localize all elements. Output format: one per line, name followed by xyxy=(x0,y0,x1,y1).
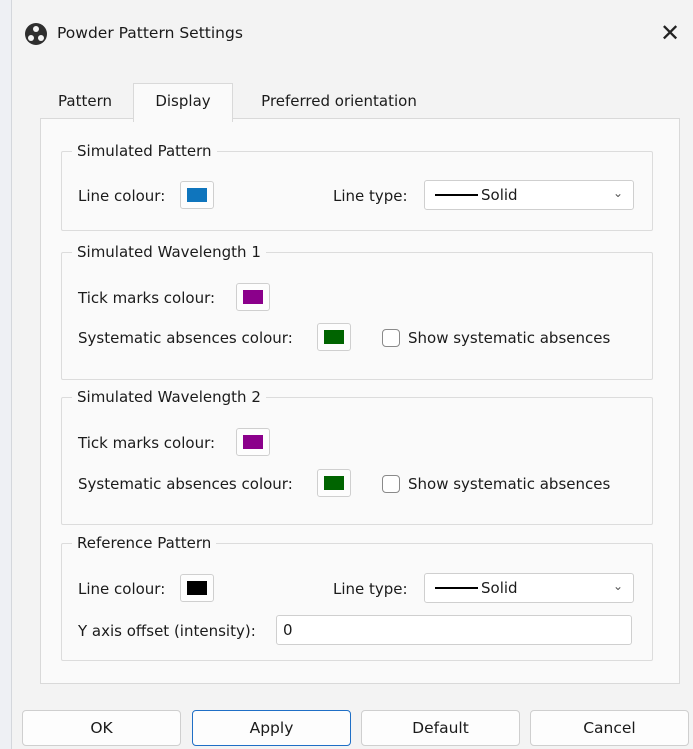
tab-pattern[interactable]: Pattern xyxy=(47,87,123,119)
ok-button[interactable]: OK xyxy=(22,710,181,746)
color-swatch xyxy=(187,188,207,202)
line-type-label: Line type: xyxy=(333,187,408,205)
reference-pattern-group: Reference Pattern Line colour: Line type… xyxy=(61,533,653,661)
show-systematic-absences-label[interactable]: Show systematic absences xyxy=(408,328,610,348)
systematic-absences-colour-button[interactable] xyxy=(317,323,351,351)
group-title: Simulated Wavelength 2 xyxy=(72,387,266,407)
show-systematic-absences-checkbox[interactable] xyxy=(382,475,400,493)
tick-marks-colour-button[interactable] xyxy=(236,283,270,311)
y-axis-offset-input[interactable]: 0 xyxy=(276,615,632,645)
group-title: Reference Pattern xyxy=(72,533,217,553)
systematic-absences-colour-label: Systematic absences colour: xyxy=(78,329,293,347)
color-swatch xyxy=(324,330,344,344)
display-tab-panel: Simulated Pattern Line colour: Line type… xyxy=(40,118,680,684)
line-type-select[interactable]: Solid ⌄ xyxy=(424,180,634,210)
tab-display[interactable]: Display xyxy=(133,83,233,122)
app-logo-icon xyxy=(25,23,47,45)
line-colour-label: Line colour: xyxy=(78,187,166,205)
solid-line-icon xyxy=(435,194,478,196)
title-bar: Powder Pattern Settings ✕ xyxy=(12,0,693,68)
line-type-value: Solid xyxy=(481,579,518,597)
cancel-button[interactable]: Cancel xyxy=(530,710,689,746)
powder-pattern-settings-dialog: Powder Pattern Settings ✕ Pattern Displa… xyxy=(12,0,693,749)
line-type-select[interactable]: Solid ⌄ xyxy=(424,573,634,603)
simulated-wavelength-1-group: Simulated Wavelength 1 Tick marks colour… xyxy=(61,242,653,380)
line-type-value: Solid xyxy=(481,186,518,204)
color-swatch xyxy=(243,435,263,449)
apply-button[interactable]: Apply xyxy=(192,710,351,746)
close-icon[interactable]: ✕ xyxy=(647,10,693,56)
show-systematic-absences-label[interactable]: Show systematic absences xyxy=(408,474,610,494)
chevron-down-icon: ⌄ xyxy=(612,186,623,200)
background-window-edge xyxy=(0,0,12,749)
tick-marks-colour-label: Tick marks colour: xyxy=(78,434,216,452)
tick-marks-colour-button[interactable] xyxy=(236,428,270,456)
line-colour-button[interactable] xyxy=(180,574,214,602)
tick-marks-colour-label: Tick marks colour: xyxy=(78,289,216,307)
systematic-absences-colour-button[interactable] xyxy=(317,469,351,497)
y-axis-offset-label: Y axis offset (intensity): xyxy=(78,622,256,640)
default-button[interactable]: Default xyxy=(361,710,520,746)
group-title: Simulated Wavelength 1 xyxy=(72,242,266,262)
color-swatch xyxy=(324,476,344,490)
simulated-pattern-group: Simulated Pattern Line colour: Line type… xyxy=(61,141,653,231)
color-swatch xyxy=(243,290,263,304)
show-systematic-absences-checkbox[interactable] xyxy=(382,329,400,347)
simulated-wavelength-2-group: Simulated Wavelength 2 Tick marks colour… xyxy=(61,387,653,525)
line-colour-button[interactable] xyxy=(180,181,214,209)
line-colour-label: Line colour: xyxy=(78,580,166,598)
group-title: Simulated Pattern xyxy=(72,141,217,161)
line-type-label: Line type: xyxy=(333,580,408,598)
tab-preferred-orientation[interactable]: Preferred orientation xyxy=(238,87,440,119)
color-swatch xyxy=(187,581,207,595)
chevron-down-icon: ⌄ xyxy=(612,579,623,593)
solid-line-icon xyxy=(435,587,478,589)
systematic-absences-colour-label: Systematic absences colour: xyxy=(78,475,293,493)
window-title: Powder Pattern Settings xyxy=(57,24,243,42)
